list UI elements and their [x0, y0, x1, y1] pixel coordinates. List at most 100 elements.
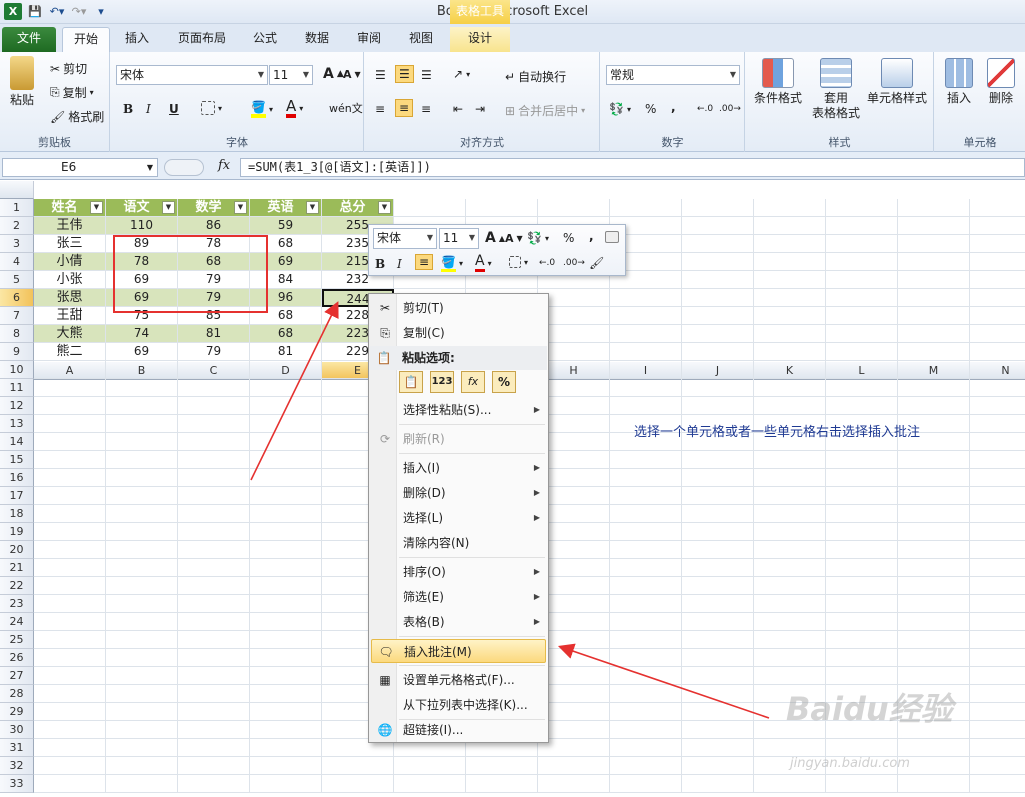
tab-home[interactable]: 开始	[62, 27, 110, 52]
empty-cell[interactable]	[178, 685, 250, 703]
empty-cell[interactable]	[466, 757, 538, 775]
empty-cell[interactable]	[250, 775, 322, 793]
empty-cell[interactable]	[826, 487, 898, 505]
empty-cell[interactable]	[250, 541, 322, 559]
empty-cell[interactable]	[754, 397, 826, 415]
empty-cell[interactable]	[250, 397, 322, 415]
tab-formulas[interactable]: 公式	[244, 27, 286, 52]
empty-cell[interactable]	[970, 631, 1025, 649]
menu-select[interactable]: 选择(L) ▶	[371, 506, 546, 530]
row-header-20[interactable]: 20	[0, 541, 34, 559]
empty-cell[interactable]	[178, 379, 250, 397]
empty-cell[interactable]	[106, 649, 178, 667]
insert-function-button[interactable]: fx	[218, 158, 230, 173]
empty-cell[interactable]	[682, 253, 754, 271]
table-cell[interactable]: 68	[250, 325, 322, 343]
empty-cell[interactable]	[970, 577, 1025, 595]
row-header-27[interactable]: 27	[0, 667, 34, 685]
empty-cell[interactable]	[970, 685, 1025, 703]
empty-cell[interactable]	[826, 379, 898, 397]
empty-cell[interactable]	[682, 757, 754, 775]
conditional-formatting-button[interactable]: 条件格式	[750, 58, 806, 106]
increase-indent-button[interactable]: ⇥	[475, 102, 485, 116]
empty-cell[interactable]	[826, 505, 898, 523]
empty-cell[interactable]	[106, 685, 178, 703]
tab-view[interactable]: 视图	[400, 27, 442, 52]
format-painter-button[interactable]: 🖌 格式刷	[50, 108, 104, 125]
empty-cell[interactable]	[178, 613, 250, 631]
mini-comma-button[interactable]: ,	[589, 229, 594, 243]
mini-fill-color-button[interactable]: 🪣 ▾	[441, 255, 463, 272]
row-header-31[interactable]: 31	[0, 739, 34, 757]
empty-cell[interactable]	[106, 595, 178, 613]
borders-button[interactable]: ▾	[201, 101, 222, 115]
menu-hyperlink[interactable]: 🌐 超链接(I)...	[371, 718, 546, 742]
tab-insert[interactable]: 插入	[114, 27, 160, 52]
empty-cell[interactable]	[682, 559, 754, 577]
empty-cell[interactable]	[898, 595, 970, 613]
empty-cell[interactable]	[682, 577, 754, 595]
row-header-3[interactable]: 3	[0, 235, 34, 253]
empty-cell[interactable]	[826, 235, 898, 253]
empty-cell[interactable]	[754, 577, 826, 595]
row-header-2[interactable]: 2	[0, 217, 34, 235]
row-header-9[interactable]: 9	[0, 343, 34, 361]
empty-cell[interactable]	[538, 775, 610, 793]
empty-cell[interactable]	[898, 541, 970, 559]
empty-cell[interactable]	[610, 757, 682, 775]
empty-cell[interactable]	[970, 505, 1025, 523]
tab-data[interactable]: 数据	[296, 27, 338, 52]
bold-button[interactable]: B	[123, 102, 133, 116]
empty-cell[interactable]	[538, 199, 610, 217]
empty-cell[interactable]	[178, 487, 250, 505]
empty-cell[interactable]	[754, 667, 826, 685]
filter-dropdown-icon[interactable]: ▼	[378, 201, 391, 214]
empty-cell[interactable]	[898, 649, 970, 667]
empty-cell[interactable]	[610, 721, 682, 739]
empty-cell[interactable]	[34, 595, 106, 613]
empty-cell[interactable]	[178, 505, 250, 523]
menu-insert-comment[interactable]: 🗨 插入批注(M)	[371, 639, 546, 663]
empty-cell[interactable]	[682, 667, 754, 685]
empty-cell[interactable]	[898, 487, 970, 505]
empty-cell[interactable]	[610, 685, 682, 703]
empty-cell[interactable]	[826, 253, 898, 271]
empty-cell[interactable]	[34, 649, 106, 667]
empty-cell[interactable]	[250, 649, 322, 667]
empty-cell[interactable]	[250, 703, 322, 721]
empty-cell[interactable]	[754, 199, 826, 217]
empty-cell[interactable]	[394, 757, 466, 775]
empty-cell[interactable]	[394, 199, 466, 217]
menu-sort[interactable]: 排序(O) ▶	[371, 560, 546, 584]
empty-cell[interactable]	[610, 487, 682, 505]
empty-cell[interactable]	[826, 199, 898, 217]
empty-cell[interactable]	[682, 775, 754, 793]
empty-cell[interactable]	[610, 379, 682, 397]
empty-cell[interactable]	[898, 559, 970, 577]
empty-cell[interactable]	[610, 541, 682, 559]
empty-cell[interactable]	[826, 739, 898, 757]
empty-cell[interactable]	[898, 217, 970, 235]
empty-cell[interactable]	[34, 631, 106, 649]
empty-cell[interactable]	[826, 595, 898, 613]
empty-cell[interactable]	[106, 505, 178, 523]
empty-cell[interactable]	[106, 379, 178, 397]
empty-cell[interactable]	[826, 523, 898, 541]
table-cell[interactable]: 张三	[34, 235, 106, 253]
empty-cell[interactable]	[250, 469, 322, 487]
empty-cell[interactable]	[466, 775, 538, 793]
empty-cell[interactable]	[826, 397, 898, 415]
filter-dropdown-icon[interactable]: ▼	[234, 201, 247, 214]
empty-cell[interactable]	[898, 253, 970, 271]
italic-button[interactable]: I	[146, 102, 151, 116]
font-size-combo[interactable]: 11 ▼	[269, 65, 313, 85]
empty-cell[interactable]	[466, 199, 538, 217]
menu-copy[interactable]: ⎘ 复制(C)	[371, 321, 546, 345]
table-cell[interactable]: 81	[178, 325, 250, 343]
empty-cell[interactable]	[754, 775, 826, 793]
empty-cell[interactable]	[250, 523, 322, 541]
row-header-18[interactable]: 18	[0, 505, 34, 523]
empty-cell[interactable]	[178, 631, 250, 649]
empty-cell[interactable]	[610, 577, 682, 595]
row-header-21[interactable]: 21	[0, 559, 34, 577]
